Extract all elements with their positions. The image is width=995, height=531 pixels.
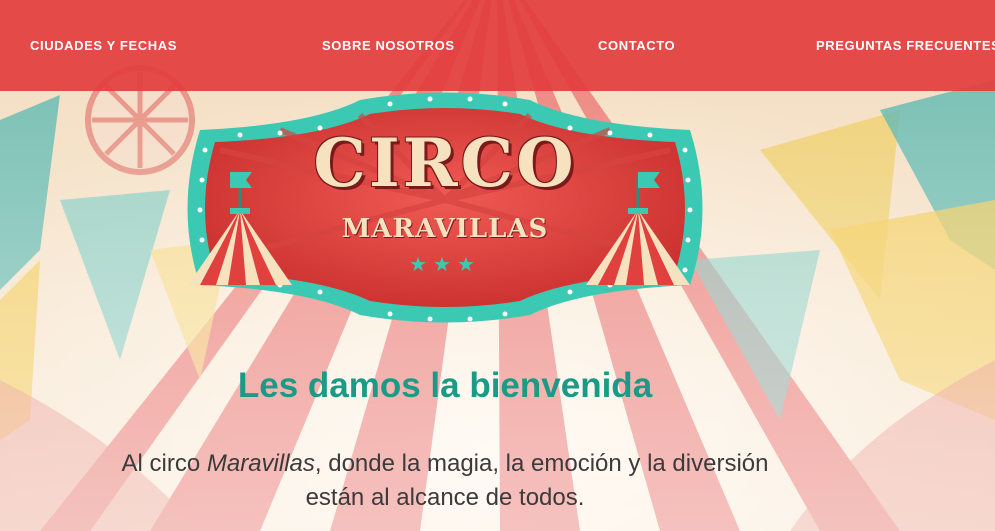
logo-subtitle: MARAVILLAS	[341, 214, 549, 244]
circo-maravillas-logo: CIRCO MARAVILLAS ★★★	[160, 90, 730, 325]
welcome-text-start: Al circo	[121, 450, 207, 477]
nav-contacto[interactable]: CONTACTO	[598, 38, 675, 53]
nav-preguntas-frecuentes[interactable]: PREGUNTAS FRECUENTES	[816, 38, 995, 53]
welcome-heading: Les damos la bienvenida	[237, 366, 653, 405]
nav-sobre-nosotros[interactable]: SOBRE NOSOTROS	[322, 38, 455, 53]
logo-stars-icon: ★★★	[409, 254, 481, 276]
logo-title: CIRCO	[313, 124, 577, 202]
welcome-text-brand: Maravillas	[206, 450, 315, 477]
welcome-text-end: , donde la magia, la emoción y la divers…	[314, 450, 769, 477]
welcome-text-line2: están al alcance de todos.	[305, 484, 585, 511]
welcome-paragraph: Al circo Maravillas, donde la magia, la …	[0, 447, 890, 515]
top-navigation: CIUDADES Y FECHAS SOBRE NOSOTROS CONTACT…	[0, 0, 995, 91]
nav-ciudades-y-fechas[interactable]: CIUDADES Y FECHAS	[30, 38, 177, 53]
